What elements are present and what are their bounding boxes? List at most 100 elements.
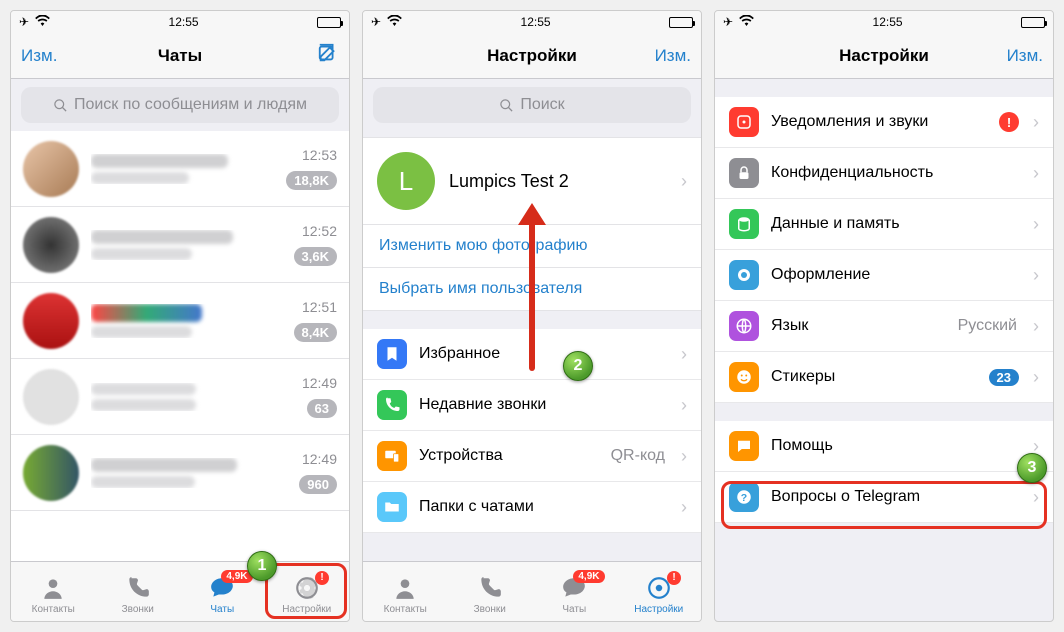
unread-badge: 63 [307,399,337,418]
status-time: 12:55 [873,15,903,29]
tab-calls[interactable]: Звонки [96,569,181,615]
edit-button[interactable]: Изм. [655,46,691,66]
contact-icon [40,574,66,602]
chevron-right-icon: › [1033,487,1039,508]
edit-button[interactable]: Изм. [21,46,57,66]
battery-icon [669,17,693,28]
devices-icon [377,441,407,471]
scroll-up-arrow [529,221,535,371]
edit-button[interactable]: Изм. [1007,46,1043,66]
chat-list: 12:53 18,8K 12:52 3,6K 12:51 8,4K 12:4 [11,131,349,561]
search-input[interactable]: Поиск по сообщениям и людям [21,87,339,123]
phone-settings-scrolled: ✈ 12:55 Настройки Изм. Уведомления и зву… [714,10,1054,622]
chat-row[interactable]: 12:53 18,8K [11,131,349,207]
status-bar: ✈ 12:55 [11,11,349,33]
airplane-mode-icon: ✈ [371,15,381,29]
unread-badge: 960 [299,475,337,494]
row-telegram-faq[interactable]: ? Вопросы о Telegram › [715,472,1053,523]
row-privacy[interactable]: Конфиденциальность › [715,148,1053,199]
unread-badge: 8,4K [294,323,337,342]
unread-badge: 3,6K [294,247,337,266]
chevron-right-icon: › [1033,112,1039,133]
alert-badge: ! [999,112,1019,132]
search-icon [499,98,514,113]
folder-icon [377,492,407,522]
profile-name: Lumpics Test 2 [449,171,569,192]
status-bar: ✈ 12:55 [363,11,701,33]
nav-bar: Настройки Изм. [363,33,701,79]
database-icon [729,209,759,239]
row-notifications[interactable]: Уведомления и звуки ! › [715,97,1053,148]
step-badge-3: 3 [1017,453,1047,483]
search-icon [53,98,68,113]
nav-title: Чаты [11,46,349,66]
row-recent-calls[interactable]: Недавние звонки › [363,380,701,431]
chats-badge: 4,9K [573,570,604,583]
phone-icon [125,574,151,602]
tab-settings[interactable]: ! Настройки [617,569,702,615]
chevron-right-icon: › [1033,265,1039,286]
avatar [23,141,79,197]
chat-row[interactable]: 12:52 3,6K [11,207,349,283]
row-chat-folders[interactable]: Папки с чатами › [363,482,701,533]
compose-icon [317,42,339,64]
compose-button[interactable] [317,42,339,69]
wifi-icon [739,15,754,29]
contact-icon [392,574,418,602]
chevron-right-icon: › [1033,367,1039,388]
chat-icon [729,431,759,461]
row-language[interactable]: Язык Русский › [715,301,1053,352]
search-input[interactable]: Поиск [373,87,691,123]
tab-settings[interactable]: ! Настройки [265,569,350,615]
chat-row[interactable]: 12:51 8,4K [11,283,349,359]
avatar: L [377,152,435,210]
row-stickers[interactable]: Стикеры 23 › [715,352,1053,403]
row-devices[interactable]: Устройства QR-код › [363,431,701,482]
chevron-right-icon: › [1033,214,1039,235]
chevron-right-icon: › [1033,316,1039,337]
status-time: 12:55 [169,15,199,29]
globe-icon [729,311,759,341]
status-time: 12:55 [521,15,551,29]
airplane-mode-icon: ✈ [19,15,29,29]
avatar [23,293,79,349]
wifi-icon [35,15,50,29]
row-data-storage[interactable]: Данные и память › [715,199,1053,250]
step-badge-1: 1 [247,551,277,581]
tab-bar: Контакты Звонки 4,9K Чаты ! Настройки [363,561,701,621]
chevron-right-icon: › [1033,163,1039,184]
tab-calls[interactable]: Звонки [448,569,533,615]
tab-contacts[interactable]: Контакты [363,569,448,615]
status-bar: ✈ 12:55 [715,11,1053,33]
tab-contacts[interactable]: Контакты [11,569,96,615]
chevron-right-icon: › [681,446,687,467]
search-placeholder: Поиск [520,96,564,114]
chat-time: 12:52 [302,223,337,239]
row-help[interactable]: Помощь › [715,421,1053,472]
appearance-icon [729,260,759,290]
language-value: Русский [958,317,1017,335]
search-placeholder: Поиск по сообщениям и людям [74,96,307,114]
question-icon: ? [729,482,759,512]
chevron-right-icon: › [681,344,687,365]
avatar [23,217,79,273]
stickers-badge: 23 [989,369,1019,386]
chat-row[interactable]: 12:49 63 [11,359,349,435]
avatar [23,369,79,425]
chevron-right-icon: › [681,171,687,192]
settings-alert-icon: ! [667,571,681,585]
phone-chats: ✈ 12:55 Изм. Чаты Поиск по сообщениям и … [10,10,350,622]
nav-title: Настройки [363,46,701,66]
phone-icon [477,574,503,602]
chevron-right-icon: › [681,395,687,416]
unread-badge: 18,8K [286,171,337,190]
sticker-icon [729,362,759,392]
avatar [23,445,79,501]
chat-time: 12:53 [302,147,337,163]
tab-bar: Контакты Звонки 4,9K Чаты ! Настройки [11,561,349,621]
chat-row[interactable]: 12:49 960 [11,435,349,511]
row-appearance[interactable]: Оформление › [715,250,1053,301]
tab-chats[interactable]: 4,9K Чаты [532,569,617,615]
phone-icon [377,390,407,420]
svg-text:?: ? [741,492,747,504]
